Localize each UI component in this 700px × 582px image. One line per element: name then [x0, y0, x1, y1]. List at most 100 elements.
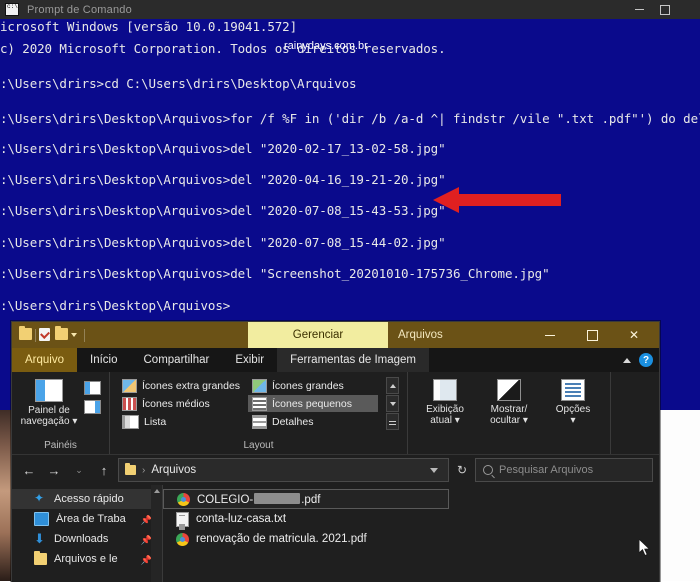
cmd-maximize-button[interactable]	[652, 0, 678, 19]
button-label-l1: Opções	[555, 404, 591, 415]
tab-compartilhar[interactable]: Compartilhar	[131, 348, 223, 372]
sidebar-scrollbar[interactable]	[151, 485, 162, 582]
mouse-cursor	[639, 539, 651, 557]
file-explorer-window[interactable]: Gerenciar Arquivos ✕ Arquivo Início Comp…	[11, 321, 660, 582]
ribbon-right-controls[interactable]: ?	[623, 348, 653, 372]
list-item[interactable]: renovação de matricula. 2021.pdf	[163, 529, 659, 549]
tab-exibir[interactable]: Exibir	[222, 348, 277, 372]
layout-gallery[interactable]: Ícones extra grandes Ícones grandes Ícon…	[118, 375, 378, 430]
dropdown-caret-icon[interactable]: ▾	[570, 415, 575, 426]
opcoes-button[interactable]: Opções ▾	[544, 375, 602, 426]
dropdown-caret-icon[interactable]: ▾	[523, 415, 528, 426]
sidebar-item-acesso-rapido[interactable]: ✦ Acesso rápido	[12, 489, 162, 509]
forward-button[interactable]: →	[43, 459, 65, 481]
desktop-icon	[34, 512, 49, 526]
text-file-icon	[176, 511, 189, 527]
navigation-pane[interactable]: ✦ Acesso rápido Área de Traba 📌 ⬇ Downlo…	[12, 485, 163, 582]
search-box[interactable]: Pesquisar Arquivos	[475, 458, 653, 482]
chevron-down-icon[interactable]	[71, 333, 77, 337]
layout-lista[interactable]: Lista	[118, 413, 248, 430]
file-name-prefix: COLEGIO-	[197, 493, 254, 506]
layout-option-label: Detalhes	[272, 415, 314, 428]
ribbon-group-label: Layout	[243, 440, 274, 451]
file-name: renovação de matricula. 2021.pdf	[196, 533, 367, 545]
tab-label: Arquivo	[25, 354, 64, 366]
contextual-tab-label: Gerenciar	[292, 329, 344, 341]
ribbon-panel[interactable]: Painel de navegação ▾ Painéis Ícones ext…	[12, 372, 659, 454]
folder-icon	[125, 463, 136, 475]
gallery-expand-button[interactable]	[386, 413, 399, 430]
scroll-up-button[interactable]	[151, 485, 162, 496]
new-folder-icon[interactable]	[55, 326, 68, 342]
pdf-chrome-icon	[177, 492, 190, 506]
gallery-scroll-up-button[interactable]	[386, 377, 399, 394]
preview-pane-icon[interactable]	[84, 381, 101, 395]
cmd-close-button[interactable]	[676, 0, 700, 19]
sidebar-item-label: Downloads	[54, 533, 109, 545]
download-icon: ⬇	[34, 531, 45, 546]
console-line: :\Users\drirs>cd C:\Users\drirs\Desktop\…	[0, 76, 357, 91]
console-line: :\Users\drirs\Desktop\Arquivos>del "2020…	[0, 141, 446, 156]
explorer-close-button[interactable]: ✕	[613, 322, 655, 348]
star-icon: ✦	[34, 491, 45, 505]
quick-access-toolbar[interactable]	[12, 326, 85, 342]
breadcrumb-path[interactable]: Arquivos	[151, 464, 424, 476]
contextual-tab-gerenciar[interactable]: Gerenciar	[248, 322, 388, 348]
layout-icones-pequenos[interactable]: Ícones pequenos	[248, 395, 378, 412]
navigation-pane-button[interactable]: Painel de navegação ▾	[20, 375, 78, 427]
dropdown-caret-icon[interactable]: ▾	[72, 416, 77, 427]
recent-locations-button[interactable]: ⌄	[68, 459, 90, 481]
chevron-down-icon[interactable]	[430, 467, 438, 473]
search-icon	[483, 465, 493, 475]
chevron-up-icon[interactable]	[623, 357, 631, 363]
explorer-content: ✦ Acesso rápido Área de Traba 📌 ⬇ Downlo…	[12, 485, 659, 582]
pdf-chrome-icon	[176, 532, 189, 546]
list-icon	[122, 414, 139, 429]
site-watermark: rainydays.com.br	[284, 40, 368, 52]
explorer-titlebar[interactable]: Gerenciar Arquivos ✕	[12, 322, 659, 348]
current-view-icon	[433, 379, 457, 401]
layout-icones-extra-grandes[interactable]: Ícones extra grandes	[118, 377, 248, 394]
properties-icon[interactable]	[39, 328, 52, 342]
layout-icones-medios[interactable]: Ícones médios	[118, 395, 248, 412]
divider	[84, 328, 85, 342]
mostrar-ocultar-button[interactable]: Mostrar/ ocultar ▾	[480, 375, 538, 426]
file-list[interactable]: COLEGIO- .pdf conta-luz-casa.txt renovaçã…	[163, 485, 659, 582]
console-line: icrosoft Windows [versão 10.0.19041.572]	[0, 19, 298, 34]
details-pane-icon[interactable]	[84, 400, 101, 414]
ribbon-tab-strip[interactable]: Arquivo Início Compartilhar Exibir Ferra…	[12, 348, 659, 372]
tab-ferramentas-imagem[interactable]: Ferramentas de Imagem	[277, 348, 430, 372]
layout-option-label: Ícones médios	[142, 397, 210, 410]
address-bar[interactable]: ← → ⌄ ↑ › Arquivos ↻ Pesquisar Arquivos	[12, 454, 659, 485]
tab-arquivo[interactable]: Arquivo	[12, 348, 77, 372]
folder-icon[interactable]	[19, 326, 32, 342]
ribbon-group-paineis: Painel de navegação ▾ Painéis	[12, 372, 110, 454]
console-line: :\Users\drirs\Desktop\Arquivos>del "2020…	[0, 172, 446, 187]
list-item[interactable]: conta-luz-casa.txt	[163, 509, 659, 529]
layout-icones-grandes[interactable]: Ícones grandes	[248, 377, 378, 394]
sidebar-item-area-de-trabalho[interactable]: Área de Traba 📌	[12, 509, 162, 529]
tab-inicio[interactable]: Início	[77, 348, 131, 372]
back-button[interactable]: ←	[18, 459, 40, 481]
layout-detalhes[interactable]: Detalhes	[248, 413, 378, 430]
nav-pane-label-l1: Painel de	[28, 405, 70, 416]
sidebar-item-arquivos-e-leituras[interactable]: Arquivos e le 📌	[12, 549, 162, 569]
cmd-titlebar[interactable]: Prompt de Comando	[0, 0, 700, 19]
sidebar-item-label: Acesso rápido	[54, 493, 124, 505]
explorer-maximize-button[interactable]	[571, 322, 613, 348]
cmd-minimize-button[interactable]	[626, 0, 652, 19]
address-field[interactable]: › Arquivos	[118, 458, 449, 482]
gallery-scroll-controls[interactable]	[386, 375, 399, 430]
up-button[interactable]: ↑	[93, 459, 115, 481]
refresh-button[interactable]: ↻	[452, 459, 472, 481]
pane-toggles[interactable]	[84, 375, 101, 414]
dropdown-caret-icon[interactable]: ▾	[455, 415, 460, 426]
help-icon[interactable]: ?	[639, 353, 653, 367]
sidebar-item-downloads[interactable]: ⬇ Downloads 📌	[12, 529, 162, 549]
exibicao-atual-button[interactable]: Exibição atual ▾	[416, 375, 474, 426]
button-label-l2: atual	[430, 415, 452, 426]
maximize-icon	[586, 329, 598, 341]
gallery-scroll-down-button[interactable]	[386, 395, 399, 412]
explorer-minimize-button[interactable]	[529, 322, 571, 348]
list-item[interactable]: COLEGIO- .pdf	[163, 489, 449, 509]
